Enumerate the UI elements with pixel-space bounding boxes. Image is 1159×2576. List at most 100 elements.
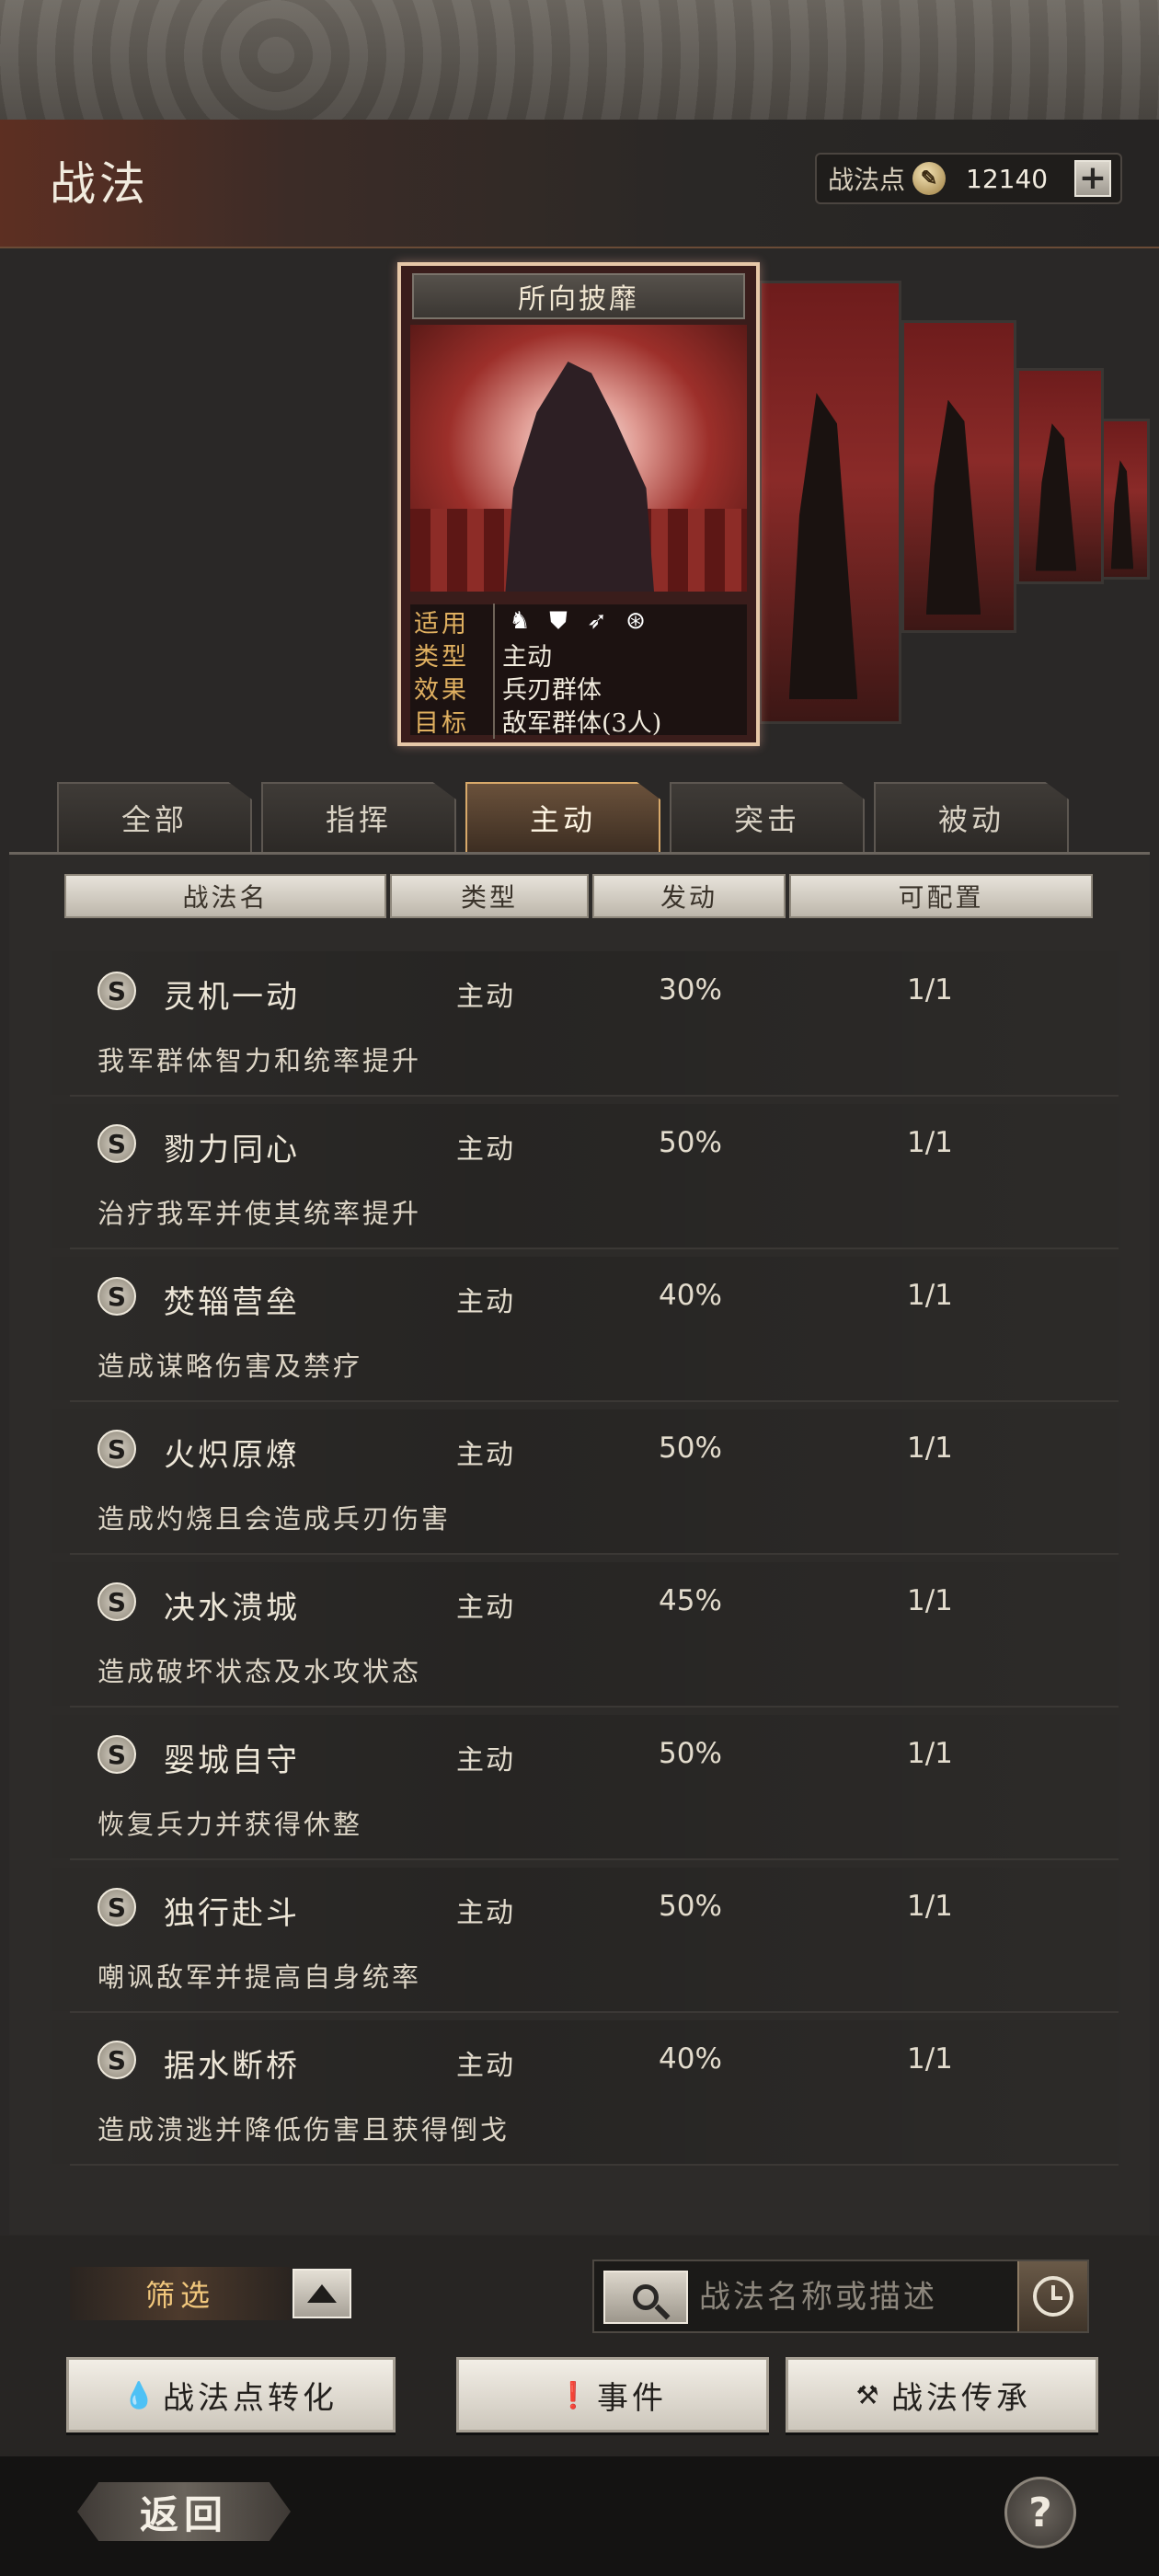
alert-icon: ❗ [557, 2379, 593, 2410]
card-stack-item[interactable] [1099, 419, 1150, 580]
info-key: 适用 [410, 603, 495, 639]
tab-passive[interactable]: 被动 [874, 782, 1069, 852]
tactic-points-display: 战法点 ✎ 12140 + [815, 153, 1122, 204]
selected-tactic-card[interactable]: 所向披靡 适用 ♞ ⛊ ➶ ⊛ 类型 主动 效果 兵刃群体 目标 敌军群体(3人… [397, 262, 760, 746]
tactic-type: 主动 [456, 2050, 515, 2082]
tactic-name: 独行赴斗 [164, 1895, 300, 1932]
drop-icon: 💧 [122, 2379, 159, 2410]
tactic-row[interactable]: S 焚辎营垒 主动 40% 1/1 造成谋略伤害及禁疗 [15, 1257, 1159, 1402]
tactic-rate: 40% [659, 2042, 722, 2076]
tactic-rate: 45% [659, 1584, 722, 1617]
tactic-description: 造成溃逃并降低伤害且获得倒戈 [98, 2114, 511, 2145]
tactic-row[interactable]: S 火炽原燎 主动 50% 1/1 造成灼烧且会造成兵刃伤害 [15, 1409, 1159, 1555]
info-value: 敌军群体(3人) [502, 708, 662, 738]
tactic-name: 灵机一动 [164, 979, 300, 1016]
inherit-tactic-label: 战法传承 [891, 2379, 1031, 2417]
column-header-rate[interactable]: 发动 [592, 874, 786, 918]
tactic-row[interactable]: S 独行赴斗 主动 50% 1/1 嘲讽敌军并提高自身统率 [15, 1868, 1159, 2013]
search-input[interactable] [699, 2272, 966, 2322]
grade-badge: S [98, 1277, 136, 1316]
card-info-panel: 适用 ♞ ⛊ ➶ ⊛ 类型 主动 效果 兵刃群体 目标 敌军群体(3人) [410, 603, 747, 739]
tactic-description: 治疗我军并使其统率提升 [98, 1198, 422, 1229]
help-button[interactable]: ? [1004, 2477, 1076, 2548]
tactic-rate: 50% [659, 1737, 722, 1770]
tactic-row[interactable]: S 据水断桥 主动 40% 1/1 造成溃逃并降低伤害且获得倒戈 [15, 2020, 1159, 2166]
tactic-name: 婴城自守 [164, 1742, 300, 1779]
tactic-name: 据水断桥 [164, 2048, 300, 2085]
column-header-type[interactable]: 类型 [390, 874, 589, 918]
top-background [0, 0, 1159, 120]
tactic-name: 火炽原燎 [164, 1437, 300, 1474]
info-value: 主动 [502, 642, 552, 672]
tactic-rate: 40% [659, 1279, 722, 1312]
category-tabs: 全部 指挥 主动 突击 被动 [57, 782, 1087, 856]
history-button[interactable] [1017, 2261, 1087, 2331]
back-button[interactable]: 返回 [77, 2482, 291, 2541]
card-stack-item[interactable] [1016, 368, 1104, 584]
events-label: 事件 [597, 2379, 667, 2417]
cavalry-icon: ♞ [509, 607, 531, 635]
tactic-config: 1/1 [907, 1279, 953, 1312]
filter-toggle-button[interactable] [293, 2269, 351, 2318]
tactic-row[interactable]: S 灵机一动 主动 30% 1/1 我军群体智力和统率提升 [15, 951, 1159, 1097]
card-info-row: 类型 主动 [410, 636, 747, 673]
search-icon [633, 2284, 659, 2310]
bow-icon: ➶ [587, 607, 607, 635]
tactic-row[interactable]: S 勠力同心 主动 50% 1/1 治疗我军并使其统率提升 [15, 1104, 1159, 1249]
wheel-icon: ⊛ [625, 607, 646, 635]
info-value: 兵刃群体 [502, 675, 602, 705]
grade-badge: S [98, 1888, 136, 1926]
card-info-row: 效果 兵刃群体 [410, 669, 747, 706]
tactic-description: 恢复兵力并获得休整 [98, 1809, 363, 1840]
tab-active[interactable]: 主动 [465, 782, 660, 852]
grade-badge: S [98, 1430, 136, 1468]
hammer-icon: ⚒ [855, 2379, 883, 2410]
card-stack-item[interactable] [759, 281, 901, 724]
convert-points-label: 战法点转化 [163, 2379, 338, 2417]
tactic-type: 主动 [456, 1897, 515, 1929]
grade-badge: S [98, 1124, 136, 1163]
tactic-type: 主动 [456, 1286, 515, 1318]
tactic-type: 主动 [456, 981, 515, 1013]
tab-assault[interactable]: 突击 [670, 782, 865, 852]
card-artwork [410, 325, 747, 592]
grade-badge: S [98, 1735, 136, 1774]
tactic-row[interactable]: S 决水溃城 主动 45% 1/1 造成破坏状态及水攻状态 [15, 1562, 1159, 1708]
card-info-row: 适用 ♞ ⛊ ➶ ⊛ [410, 603, 747, 639]
convert-points-button[interactable]: 💧 战法点转化 [66, 2357, 396, 2432]
column-header-config[interactable]: 可配置 [789, 874, 1093, 918]
tab-all[interactable]: 全部 [57, 782, 252, 852]
grade-badge: S [98, 1582, 136, 1621]
tab-command[interactable]: 指挥 [261, 782, 456, 852]
applicable-units: ♞ ⛊ ➶ ⊛ [495, 607, 649, 635]
filter-label[interactable]: 筛选 [70, 2267, 291, 2320]
triangle-up-icon [307, 2284, 337, 2303]
grade-badge: S [98, 972, 136, 1010]
add-points-button[interactable]: + [1074, 160, 1111, 197]
card-info-row: 目标 敌军群体(3人) [410, 702, 747, 739]
points-coin-icon: ✎ [912, 162, 947, 195]
tactic-config: 1/1 [907, 1432, 953, 1465]
inherit-tactic-button[interactable]: ⚒ 战法传承 [786, 2357, 1098, 2432]
clock-icon [1033, 2276, 1073, 2317]
card-stack-item[interactable] [901, 320, 1016, 633]
info-key: 效果 [410, 669, 495, 706]
column-header-name[interactable]: 战法名 [64, 874, 386, 918]
points-value: 12140 [966, 163, 1049, 194]
tactic-config: 1/1 [907, 973, 953, 1006]
tactic-description: 嘲讽敌军并提高自身统率 [98, 1961, 422, 1993]
search-button[interactable] [603, 2271, 688, 2324]
tactic-config: 1/1 [907, 1737, 953, 1770]
tactic-rate: 30% [659, 973, 722, 1006]
tactic-rate: 50% [659, 1126, 722, 1159]
tactic-description: 我军群体智力和统率提升 [98, 1045, 422, 1076]
tactic-description: 造成灼烧且会造成兵刃伤害 [98, 1503, 452, 1535]
card-title: 所向披靡 [412, 273, 745, 319]
grade-badge: S [98, 2041, 136, 2079]
page-header: 战法 战法点 ✎ 12140 + [0, 120, 1159, 248]
points-label: 战法点 [828, 165, 906, 195]
tactic-row[interactable]: S 婴城自守 主动 50% 1/1 恢复兵力并获得休整 [15, 1715, 1159, 1860]
tactic-rate: 50% [659, 1890, 722, 1923]
events-button[interactable]: ❗ 事件 [456, 2357, 769, 2432]
page-title: 战法 [50, 157, 149, 211]
